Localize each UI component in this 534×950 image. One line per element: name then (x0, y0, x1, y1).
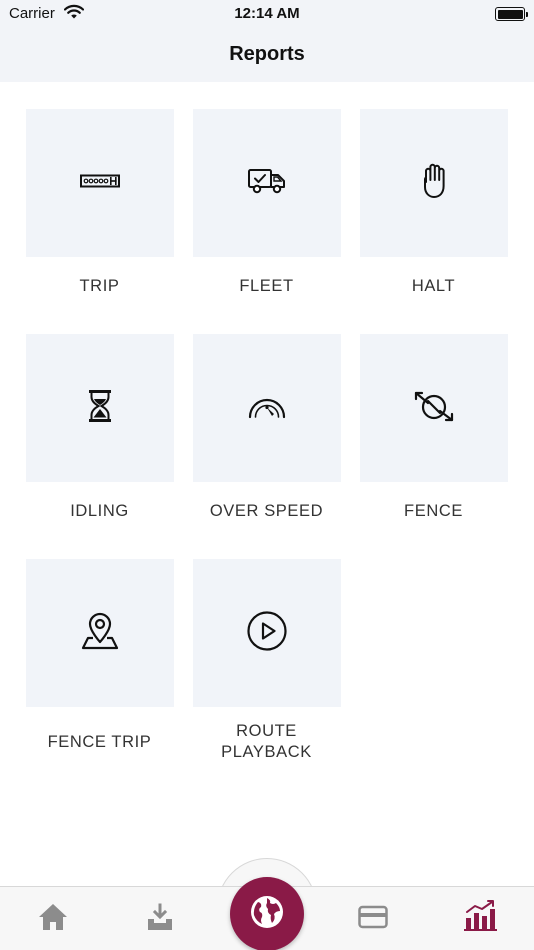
tab-downloads[interactable] (140, 902, 180, 936)
fence-crossing-icon (414, 390, 454, 427)
hand-stop-icon (419, 162, 449, 205)
report-tile-fleet[interactable] (193, 109, 341, 257)
bar-chart-trend-icon (463, 899, 497, 936)
report-tile-fence-trip[interactable] (26, 559, 174, 707)
credit-card-icon (358, 905, 388, 934)
home-icon (38, 903, 68, 936)
navigation-header: Carrier 12:14 AM Reports (0, 0, 534, 82)
report-label-idling[interactable]: IDLING (16, 501, 183, 522)
report-label-halt[interactable]: HALT (350, 276, 517, 297)
report-tile-halt[interactable] (360, 109, 508, 257)
status-bar: Carrier 12:14 AM (0, 0, 534, 28)
play-circle-icon (247, 610, 287, 656)
speedometer-icon (247, 392, 287, 425)
delivery-truck-icon (247, 167, 287, 200)
page-title: Reports (229, 43, 305, 65)
report-tile-idling[interactable] (26, 334, 174, 482)
report-label-route-playback[interactable]: ROUTE PLAYBACK (183, 721, 350, 763)
report-tile-route-playback[interactable] (193, 559, 341, 707)
battery-icon (495, 7, 528, 21)
report-label-over-speed[interactable]: OVER SPEED (183, 501, 350, 522)
report-tile-trip[interactable] (26, 109, 174, 257)
report-label-fleet[interactable]: FLEET (183, 276, 350, 297)
report-label-fence-trip[interactable]: FENCE TRIP (16, 732, 183, 753)
report-label-fence[interactable]: FENCE (350, 501, 517, 522)
map-pin-icon (81, 612, 119, 655)
report-tile-over-speed[interactable] (193, 334, 341, 482)
status-time: 12:14 AM (234, 5, 300, 22)
tab-reports[interactable] (460, 899, 500, 936)
download-tray-icon (146, 903, 174, 936)
tab-payments[interactable] (353, 902, 393, 936)
globe-icon (249, 894, 285, 935)
report-tile-fence[interactable] (360, 334, 508, 482)
report-label-route-playback-line2: PLAYBACK (221, 743, 312, 761)
report-label-route-playback-line1: ROUTE (236, 722, 297, 740)
odometer-icon (80, 174, 120, 193)
tab-map[interactable] (230, 877, 304, 950)
hourglass-icon (88, 389, 112, 428)
report-label-trip[interactable]: TRIP (16, 276, 183, 297)
tab-home[interactable] (33, 902, 73, 936)
